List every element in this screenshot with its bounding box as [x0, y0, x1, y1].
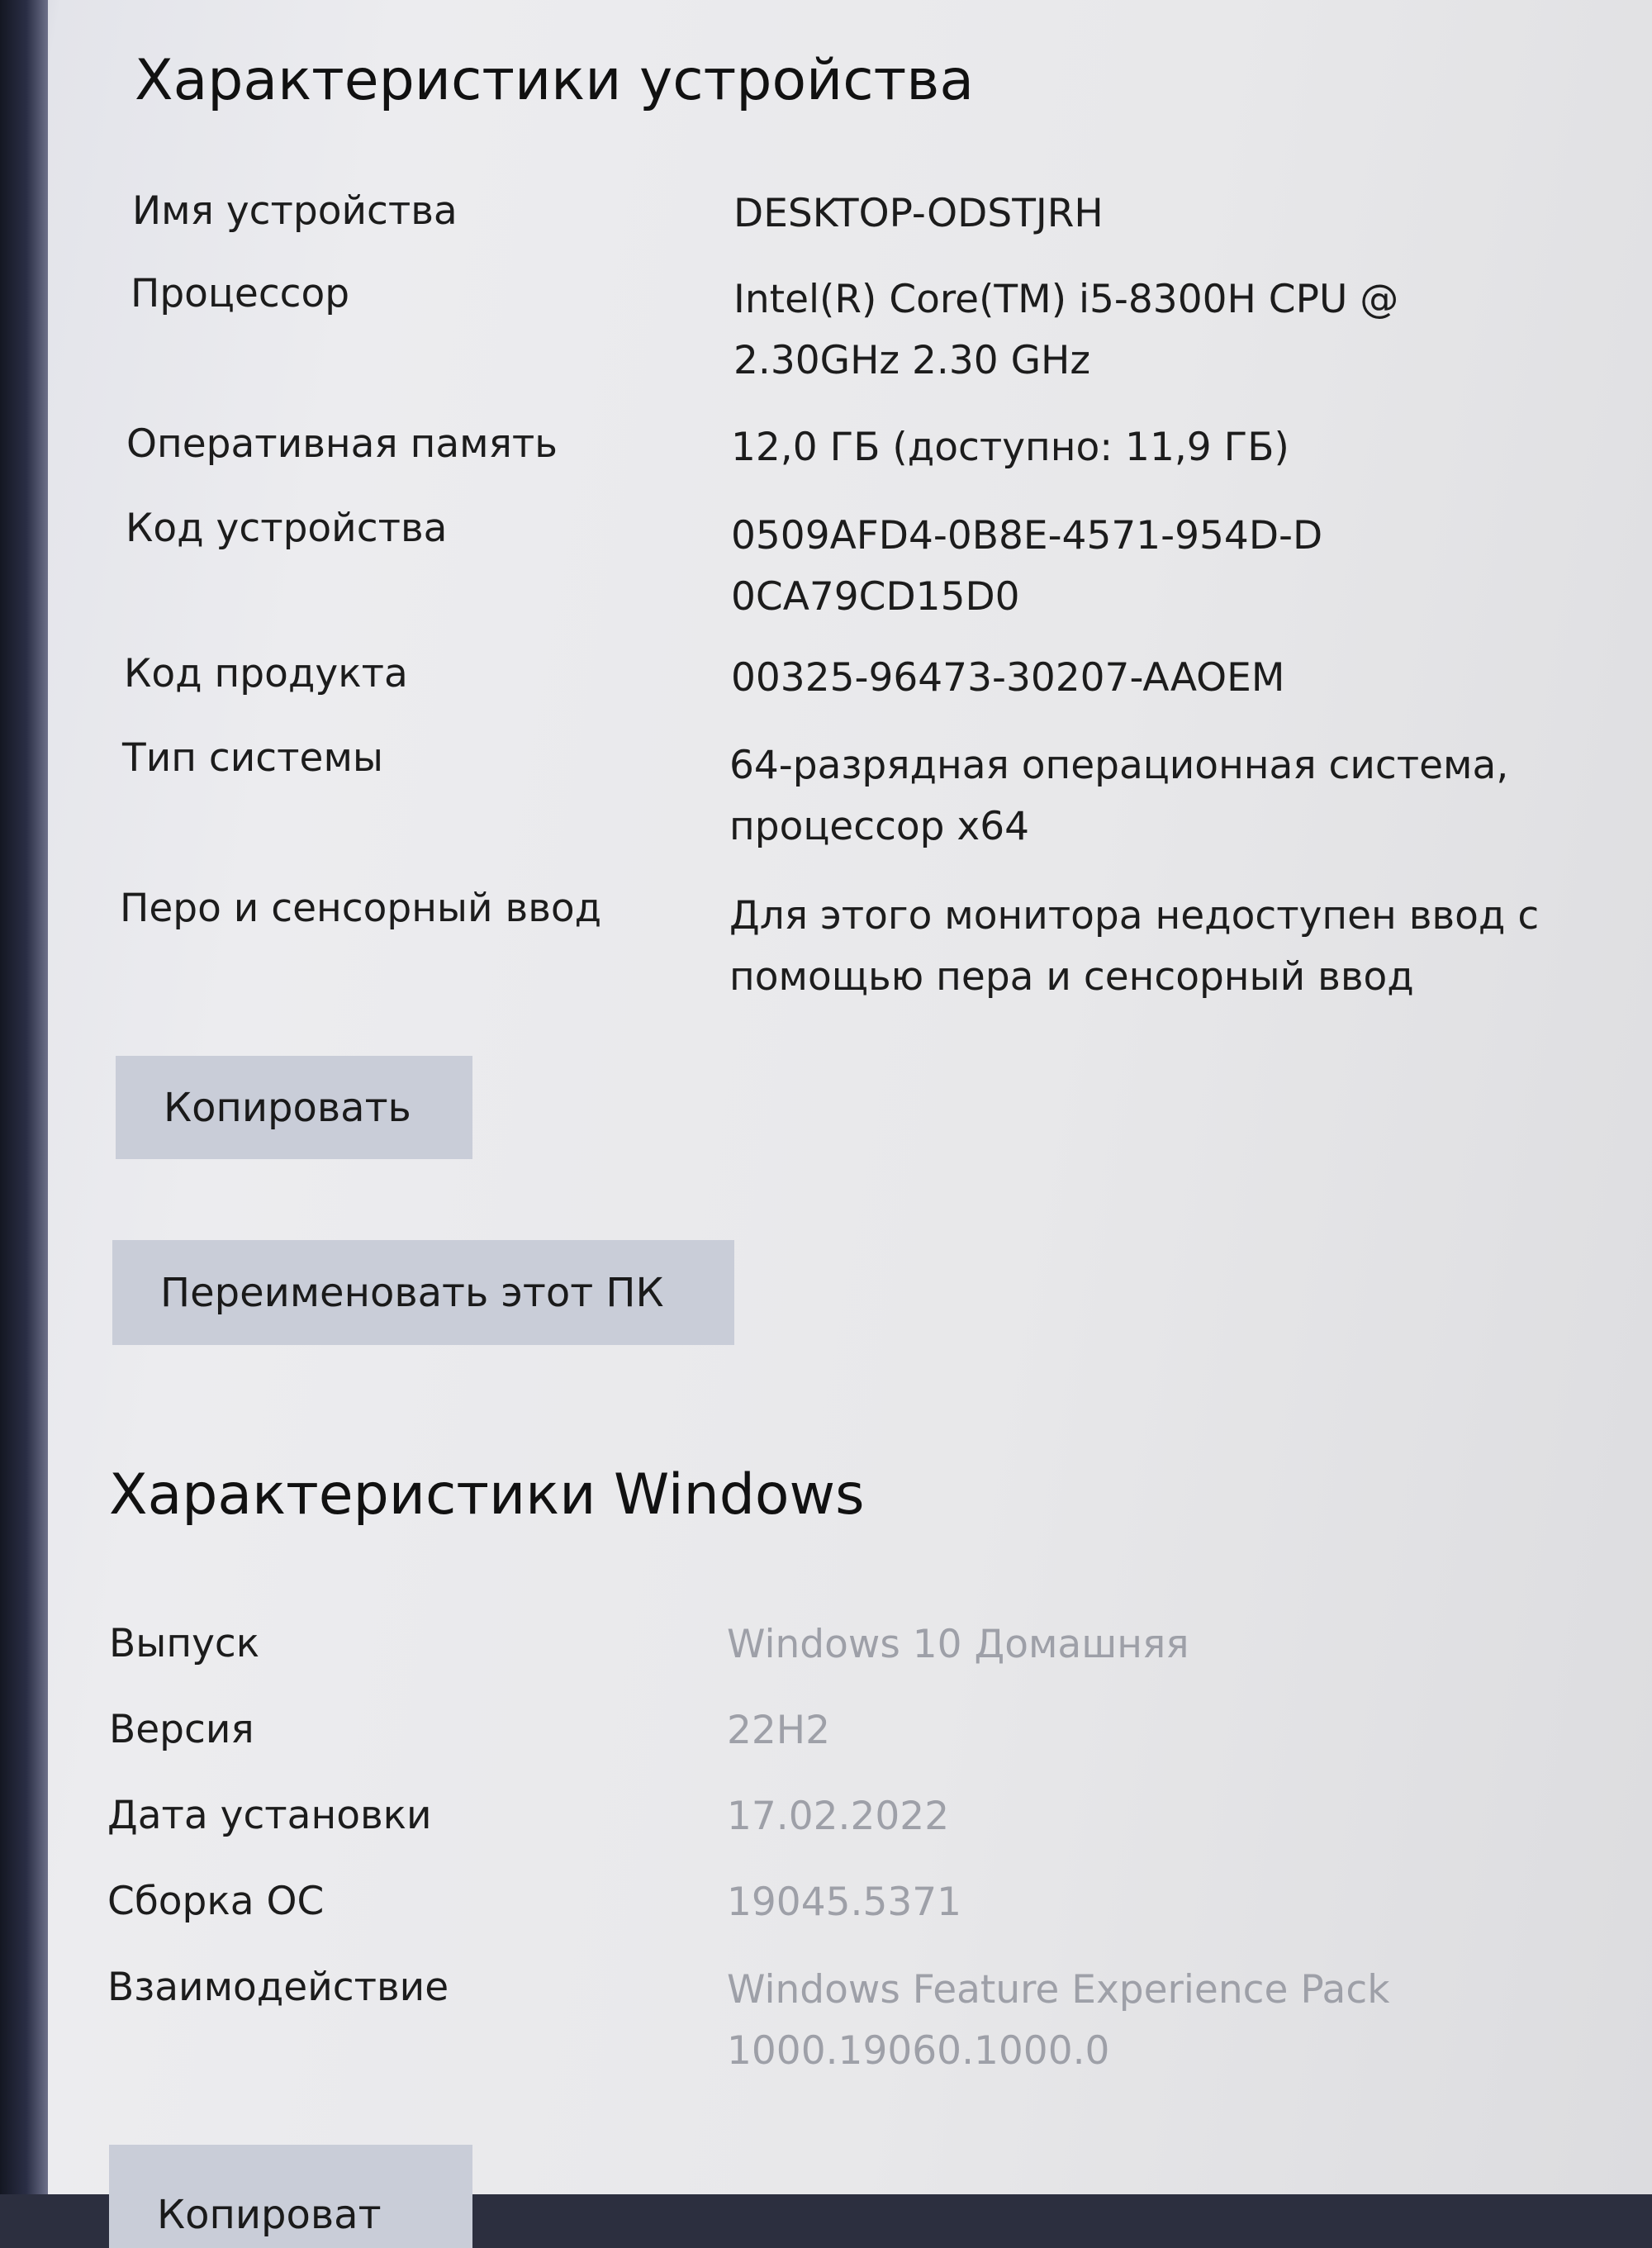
edition-value: Windows 10 Домашняя	[727, 1622, 1189, 1667]
edition-label: Выпуск	[109, 1621, 260, 1666]
experience-value: Windows Feature Experience Pack 1000.190…	[727, 1967, 1390, 2074]
copy-windows-specs-label: Копироват	[157, 2191, 382, 2238]
device-name-label: Имя устройства	[132, 188, 458, 234]
os-build-label: Сборка ОС	[107, 1879, 325, 1924]
rename-pc-button[interactable]: Переименовать этот ПК	[112, 1240, 734, 1345]
processor-value: Intel(R) Core(TM) i5-8300H CPU @ 2.30GHz…	[733, 277, 1399, 383]
device-specs-title: Характеристики устройства	[135, 48, 974, 113]
screen-bezel	[0, 0, 48, 2194]
system-type-value: 64-разрядная операционная система, проце…	[729, 743, 1509, 849]
os-build-value: 19045.5371	[727, 1880, 962, 1925]
system-type-label: Тип системы	[122, 735, 384, 781]
version-value: 22H2	[727, 1708, 831, 1753]
device-name-value: DESKTOP-ODSTJRH	[733, 191, 1104, 236]
device-id-label: Код устройства	[126, 506, 448, 551]
version-label: Версия	[109, 1707, 254, 1752]
settings-about-page: Характеристики устройства Имя устройства…	[0, 0, 1652, 2248]
ram-value: 12,0 ГБ (доступно: 11,9 ГБ)	[731, 425, 1289, 470]
pen-touch-label: Перо и сенсорный ввод	[120, 886, 602, 931]
install-date-label: Дата установки	[107, 1793, 432, 1838]
processor-label: Процессор	[131, 271, 350, 316]
windows-specs-title: Характеристики Windows	[109, 1462, 865, 1528]
ram-label: Оперативная память	[126, 421, 558, 467]
copy-windows-specs-button[interactable]: Копироват	[109, 2145, 472, 2248]
install-date-value: 17.02.2022	[727, 1794, 950, 1839]
copy-device-specs-button[interactable]: Копировать	[116, 1056, 472, 1159]
product-id-label: Код продукта	[124, 651, 408, 696]
device-id-value: 0509AFD4-0B8E-4571-954D-D0CA79CD15D0	[731, 513, 1323, 620]
pen-touch-value: Для этого монитора недоступен ввод с пом…	[729, 893, 1540, 1000]
product-id-value: 00325-96473-30207-AAOEM	[731, 655, 1285, 701]
experience-label: Взаимодействие	[107, 1965, 449, 2010]
